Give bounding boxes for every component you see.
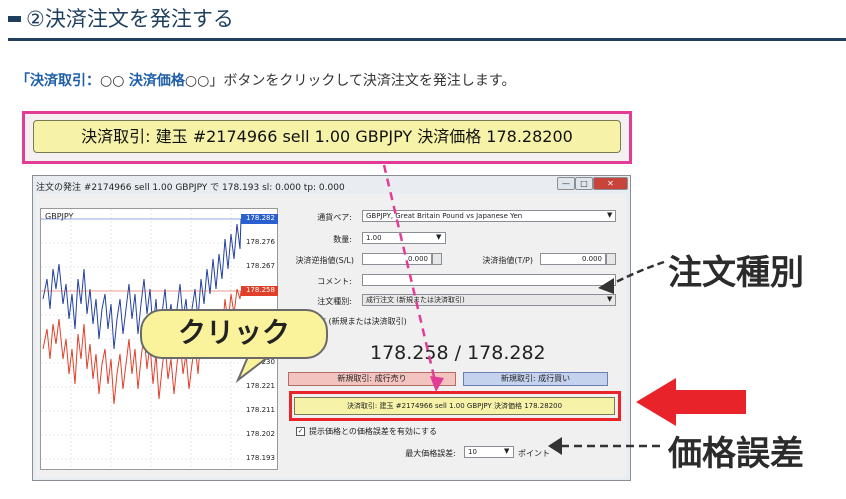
order-type-annotation: 注文種別 xyxy=(668,253,804,293)
order-type-pointer xyxy=(611,260,665,286)
price-error-arrowhead xyxy=(548,437,562,455)
red-arrow xyxy=(636,378,746,426)
order-type-arrowhead xyxy=(598,278,614,294)
click-callout-bubble: クリック xyxy=(140,309,328,359)
callout-connector-arrowhead xyxy=(430,376,444,392)
callout-connector-line xyxy=(382,164,438,386)
price-error-annotation: 価格誤差 xyxy=(668,434,804,474)
